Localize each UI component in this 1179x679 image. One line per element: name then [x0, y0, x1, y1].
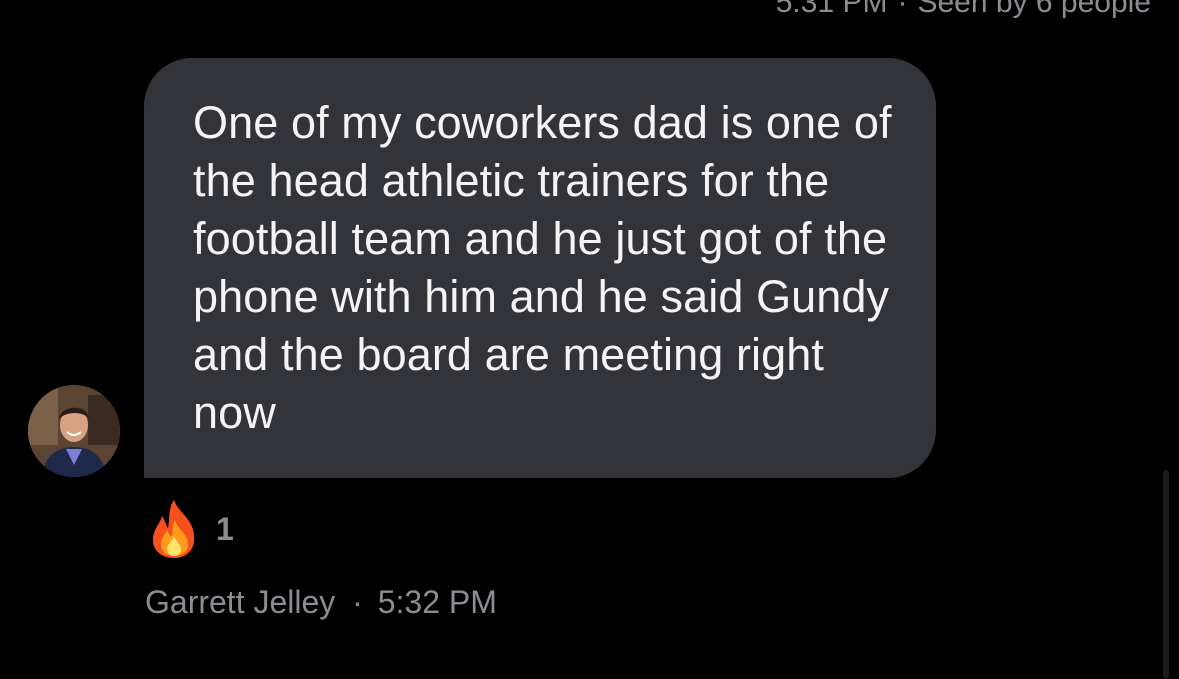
previous-message-time: 5:31 PM	[775, 0, 888, 19]
message-text: One of my coworkers dad is one of the he…	[193, 97, 892, 438]
avatar-image	[28, 385, 120, 477]
sender-name[interactable]: Garrett Jelley	[145, 584, 335, 620]
seen-by-text[interactable]: Seen by 6 people	[917, 0, 1151, 20]
avatar[interactable]	[28, 385, 120, 477]
meta-separator: ·	[897, 0, 908, 19]
reaction-count: 1	[216, 510, 234, 547]
reaction-badge[interactable]: 1	[148, 498, 234, 560]
message-footer: Garrett Jelley · 5:32 PM	[145, 584, 497, 621]
message-bubble[interactable]: One of my coworkers dad is one of the he…	[144, 58, 936, 478]
fire-emoji-icon	[152, 500, 195, 558]
scrollbar[interactable]	[1163, 470, 1169, 679]
message-time: 5:32 PM	[377, 584, 497, 620]
read-receipt: 5:31 PM · Seen by 6 people	[776, 0, 1151, 20]
footer-separator: ·	[352, 584, 363, 620]
